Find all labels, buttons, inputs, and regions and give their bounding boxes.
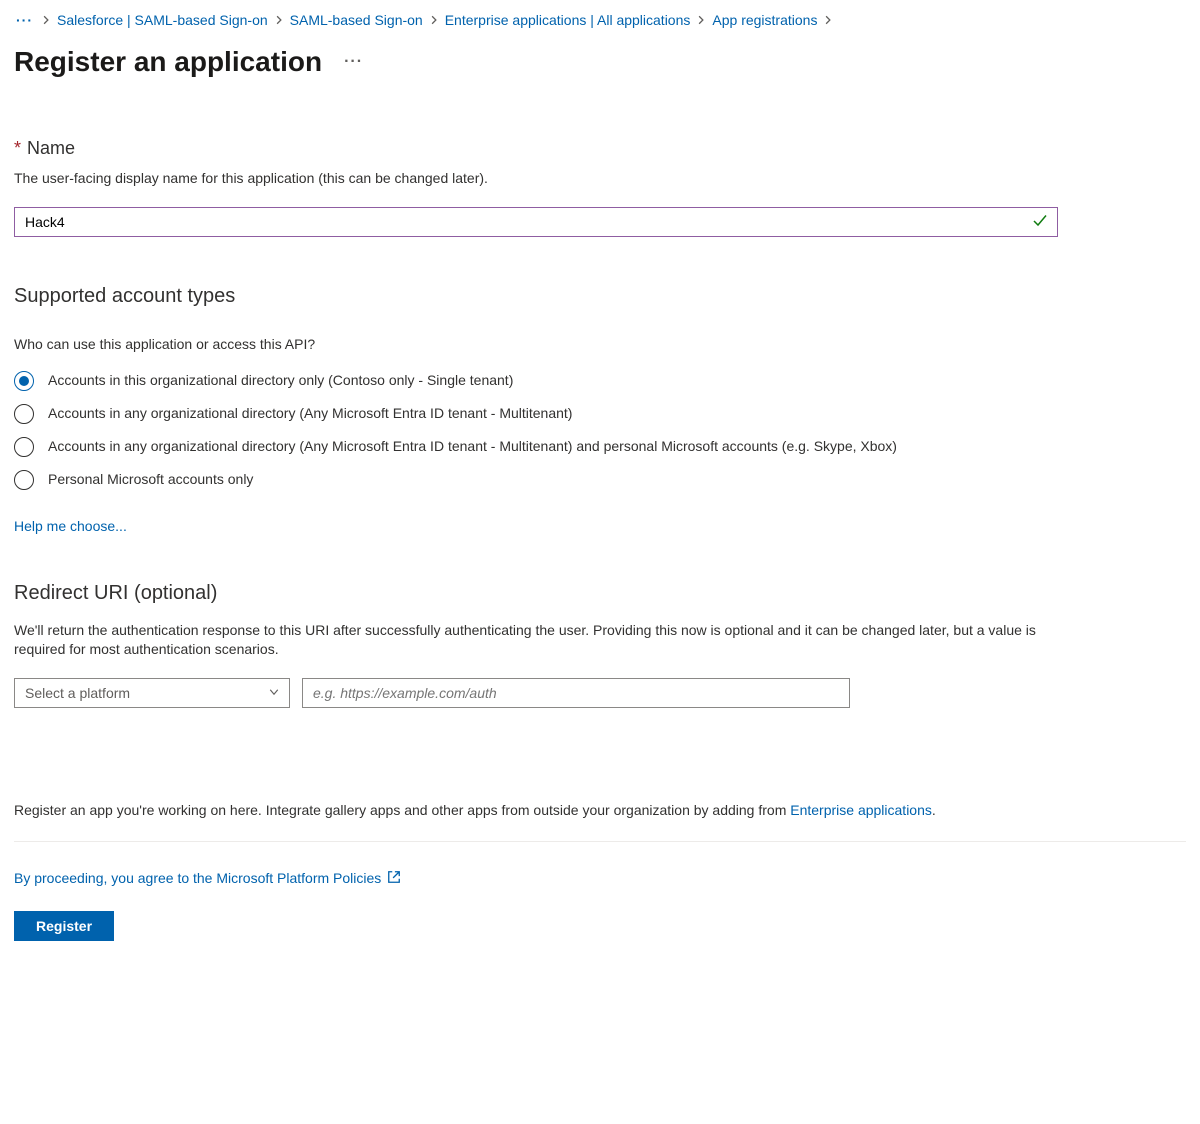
radio-single-tenant[interactable]: Accounts in this organizational director… [14,370,1058,391]
radio-icon [14,404,34,424]
radio-icon [14,437,34,457]
breadcrumb-item-app-registrations[interactable]: App registrations [712,12,817,28]
breadcrumb-item-saml-signon[interactable]: SAML-based Sign-on [290,12,423,28]
redirect-uri-heading: Redirect URI (optional) [14,582,1058,605]
chevron-right-icon [823,15,833,25]
redirect-uri-description: We'll return the authentication response… [14,621,1058,660]
breadcrumb-item-enterprise-apps[interactable]: Enterprise applications | All applicatio… [445,12,691,28]
redirect-uri-input[interactable] [302,678,850,708]
help-me-choose-link[interactable]: Help me choose... [14,518,127,534]
radio-personal-only[interactable]: Personal Microsoft accounts only [14,469,1058,490]
radio-multitenant-personal[interactable]: Accounts in any organizational directory… [14,436,1058,457]
footer-period: . [932,802,936,818]
page-title-row: Register an application ··· [14,46,1186,78]
radio-label: Accounts in any organizational directory… [48,436,897,457]
title-more-button[interactable]: ··· [344,53,363,71]
name-section: * Name The user-facing display name for t… [14,138,1058,237]
redirect-uri-section: Redirect URI (optional) We'll return the… [14,582,1058,708]
platform-policies-link[interactable]: By proceeding, you agree to the Microsof… [14,870,381,886]
chevron-right-icon [429,15,439,25]
name-input[interactable] [14,207,1058,237]
checkmark-icon [1032,212,1048,231]
account-types-heading: Supported account types [14,285,1058,308]
breadcrumb: ··· Salesforce | SAML-based Sign-on SAML… [14,12,1186,28]
name-description: The user-facing display name for this ap… [14,169,1058,189]
chevron-right-icon [696,15,706,25]
radio-icon [14,470,34,490]
radio-label: Personal Microsoft accounts only [48,469,253,490]
account-types-question: Who can use this application or access t… [14,336,1058,352]
account-types-radio-group: Accounts in this organizational director… [14,370,1058,490]
name-input-wrap [14,207,1058,237]
radio-multitenant[interactable]: Accounts in any organizational directory… [14,403,1058,424]
radio-label: Accounts in this organizational director… [48,370,513,391]
radio-icon [14,371,34,391]
redirect-uri-row: Select a platform [14,678,1058,708]
footer-text-span: Register an app you're working on here. … [14,802,790,818]
breadcrumb-item-salesforce[interactable]: Salesforce | SAML-based Sign-on [57,12,268,28]
enterprise-applications-link[interactable]: Enterprise applications [790,802,932,818]
external-link-icon [387,870,401,887]
chevron-right-icon [274,15,284,25]
required-indicator: * [14,138,21,158]
name-label-text: Name [27,138,75,158]
policy-row: By proceeding, you agree to the Microsof… [14,870,1186,887]
chevron-right-icon [41,15,51,25]
account-types-section: Supported account types Who can use this… [14,285,1058,534]
platform-select[interactable]: Select a platform [14,678,290,708]
register-button[interactable]: Register [14,911,114,941]
name-label: * Name [14,138,1058,159]
breadcrumb-more[interactable]: ··· [14,12,35,28]
page-title: Register an application [14,46,322,78]
radio-label: Accounts in any organizational directory… [48,403,572,424]
footer-enterprise-text: Register an app you're working on here. … [14,800,1186,842]
platform-select-wrap: Select a platform [14,678,290,708]
